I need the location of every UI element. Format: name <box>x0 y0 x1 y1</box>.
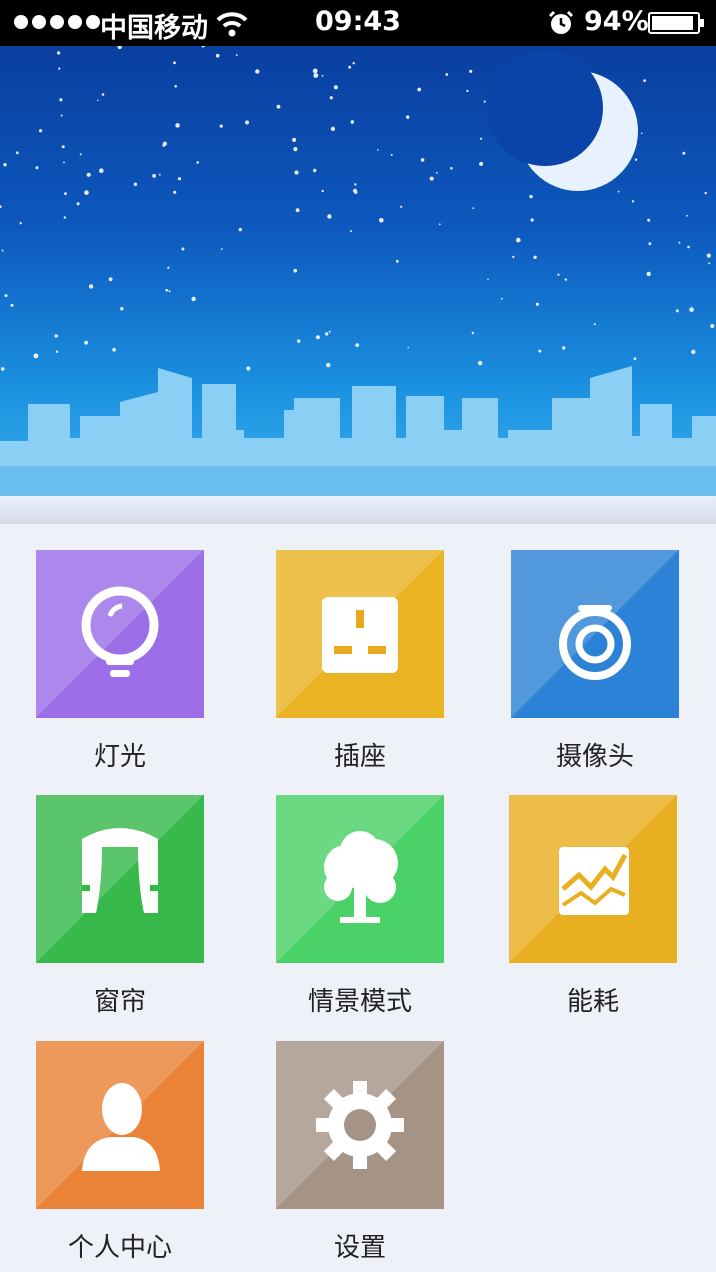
tile-curtain[interactable]: 窗帘 <box>36 795 204 1018</box>
curtain-icon <box>82 828 158 913</box>
battery-percentage: 94% <box>584 6 649 37</box>
tile-lighting-box[interactable] <box>36 550 204 718</box>
tile-camera[interactable]: 摄像头 <box>511 550 679 773</box>
tile-settings-label: 设置 <box>333 1233 386 1263</box>
tile-curtain-label: 窗帘 <box>93 987 146 1017</box>
tile-profile[interactable]: 个人中心 <box>36 1041 204 1264</box>
tile-energy[interactable]: 能耗 <box>509 795 677 1018</box>
socket-icon <box>322 597 398 673</box>
tile-socket-label: 插座 <box>333 742 386 772</box>
tile-camera-label: 摄像头 <box>555 742 634 772</box>
tile-lighting-label: 灯光 <box>93 742 146 772</box>
tile-profile-label: 个人中心 <box>67 1233 172 1263</box>
camera-icon <box>559 605 631 680</box>
tile-socket[interactable]: 插座 <box>276 550 444 773</box>
feature-grid: 灯光 插座 摄像头 窗帘 情景模式 能耗 个人中心 设置 <box>0 524 716 1272</box>
alarm-icon <box>548 10 574 34</box>
tile-camera-box[interactable] <box>511 550 679 718</box>
tile-settings[interactable]: 设置 <box>276 1041 444 1264</box>
tile-settings-box[interactable] <box>276 1041 444 1209</box>
tile-curtain-box[interactable] <box>36 795 204 963</box>
tile-lighting[interactable]: 灯光 <box>36 550 204 773</box>
battery-icon <box>648 12 704 34</box>
tile-energy-box[interactable] <box>509 795 677 963</box>
moon-icon <box>487 50 638 191</box>
tree-icon <box>324 831 398 923</box>
lightbulb-icon <box>81 586 159 677</box>
tile-scene-mode[interactable]: 情景模式 <box>276 795 444 1018</box>
tile-scene-mode-label: 情景模式 <box>307 987 412 1017</box>
energy-chart-icon <box>559 847 629 915</box>
status-bar: 中国移动 09:43 94% <box>0 0 716 46</box>
gear-icon <box>316 1081 404 1169</box>
tile-scene-mode-box[interactable] <box>276 795 444 963</box>
tile-profile-box[interactable] <box>36 1041 204 1209</box>
tile-socket-box[interactable] <box>276 550 444 718</box>
tile-energy-label: 能耗 <box>566 987 619 1017</box>
hero-banner <box>0 46 716 496</box>
divider-band <box>0 496 716 524</box>
person-icon <box>82 1083 160 1171</box>
